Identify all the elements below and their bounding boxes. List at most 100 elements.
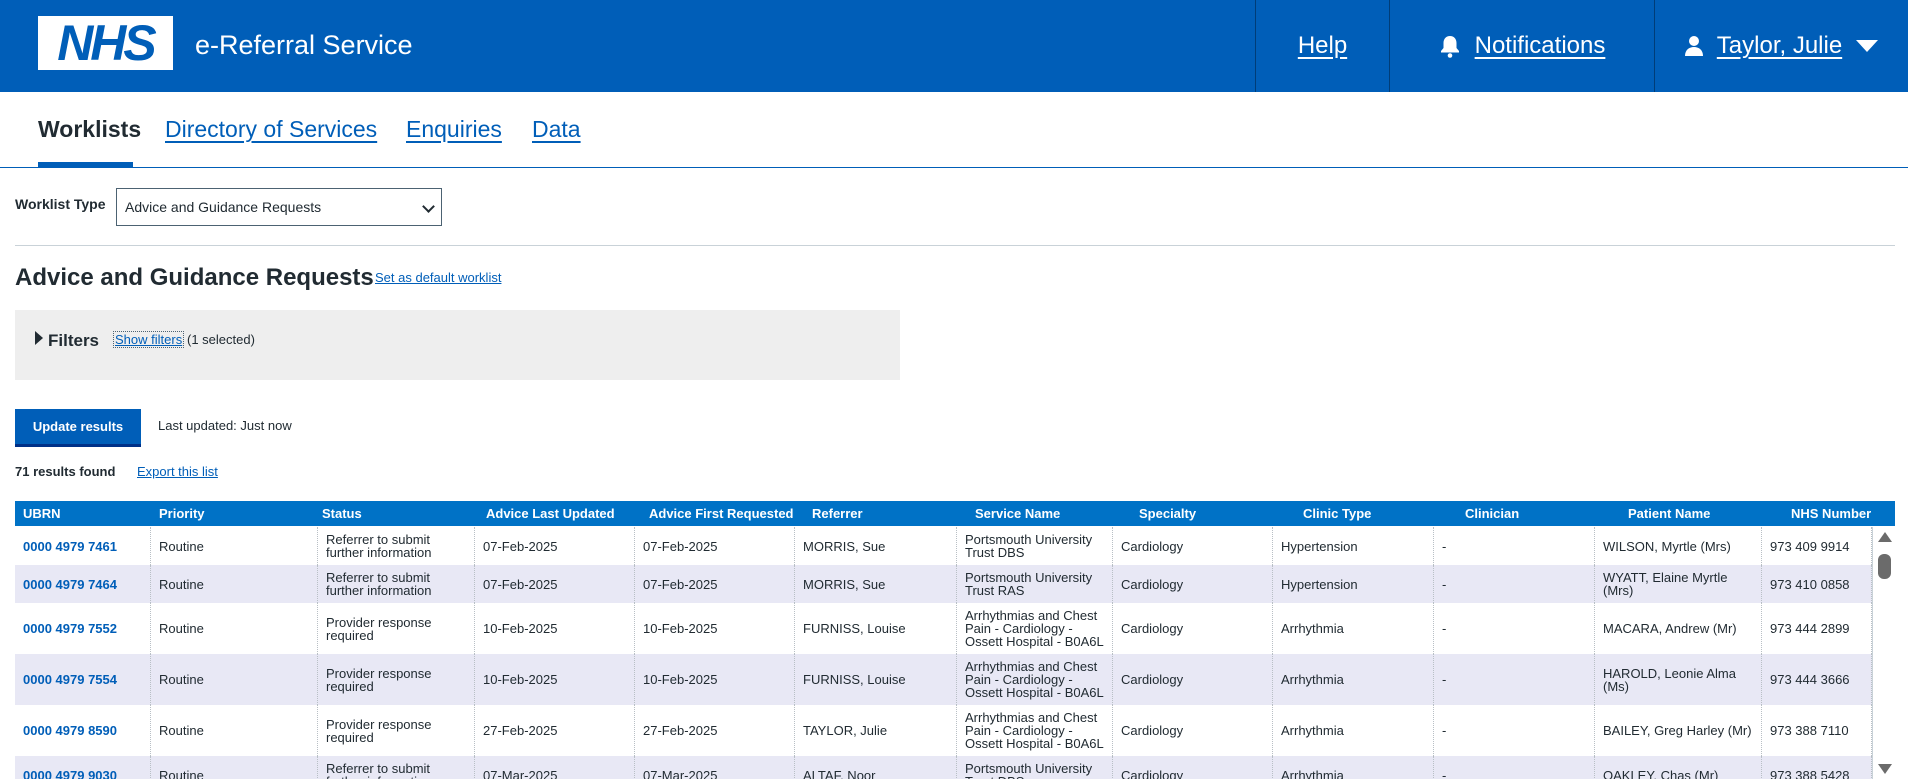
cell-service-name: Portsmouth University Trust RAS: [957, 565, 1113, 603]
cell-ubrn[interactable]: 0000 4979 7552: [15, 603, 151, 654]
bell-icon: [1440, 36, 1459, 58]
notifications-link[interactable]: Notifications: [1389, 0, 1654, 92]
cell-advice-last-updated: 07-Feb-2025: [475, 527, 635, 565]
nav-data[interactable]: Data: [532, 116, 581, 143]
notifications-label: Notifications: [1474, 32, 1606, 59]
divider: [15, 245, 1895, 246]
cell-status: Provider response required: [318, 654, 475, 705]
column-header-advice-last-updated[interactable]: Advice Last Updated: [486, 506, 615, 521]
cell-referrer: MORRIS, Sue: [795, 565, 957, 603]
expand-triangle-icon[interactable]: [35, 331, 43, 345]
cell-status: Referrer to submit further information: [318, 756, 475, 779]
cell-clinician: -: [1434, 565, 1595, 603]
column-header-priority[interactable]: Priority: [159, 506, 205, 521]
cell-ubrn[interactable]: 0000 4979 8590: [15, 705, 151, 756]
table-row[interactable]: 0000 4979 7554 Routine Provider response r…: [15, 654, 1872, 705]
filters-selected-count: (1 selected): [187, 332, 255, 347]
cell-clinic-type: Arrhythmia: [1273, 756, 1434, 779]
cell-advice-first-requested: 10-Feb-2025: [635, 654, 795, 705]
table-row[interactable]: 0000 4979 7464 Routine Referrer to submit …: [15, 565, 1872, 603]
cell-priority: Routine: [151, 705, 318, 756]
nhs-logo[interactable]: NHS: [38, 16, 173, 70]
cell-ubrn[interactable]: 0000 4979 7554: [15, 654, 151, 705]
cell-specialty: Cardiology: [1113, 705, 1273, 756]
scroll-up-icon[interactable]: [1878, 532, 1892, 542]
cell-nhs-number: 973 410 0858: [1762, 565, 1872, 603]
cell-service-name: Arrhythmias and Chest Pain - Cardiology …: [957, 603, 1113, 654]
scroll-down-icon[interactable]: [1878, 764, 1892, 774]
column-header-clinician[interactable]: Clinician: [1465, 506, 1519, 521]
column-header-patient-name[interactable]: Patient Name: [1628, 506, 1710, 521]
cell-specialty: Cardiology: [1113, 603, 1273, 654]
cell-clinician: -: [1434, 527, 1595, 565]
cell-ubrn[interactable]: 0000 4979 9030: [15, 756, 151, 779]
cell-advice-first-requested: 27-Feb-2025: [635, 705, 795, 756]
cell-advice-first-requested: 10-Feb-2025: [635, 603, 795, 654]
cell-specialty: Cardiology: [1113, 756, 1273, 779]
table-row[interactable]: 0000 4979 8590 Routine Provider response r…: [15, 705, 1872, 756]
cell-patient-name: OAKLEY, Chas (Mr): [1595, 756, 1762, 779]
service-name: e-Referral Service: [195, 30, 413, 60]
cell-advice-first-requested: 07-Mar-2025: [635, 756, 795, 779]
filters-title[interactable]: Filters: [48, 331, 99, 351]
cell-advice-last-updated: 07-Feb-2025: [475, 565, 635, 603]
worklist-table: UBRN Priority Status Advice Last Updated Adv…: [15, 501, 1895, 779]
column-header-service-name[interactable]: Service Name: [975, 506, 1060, 521]
filters-panel: Filters Show filters (1 selected): [15, 310, 900, 380]
cell-clinician: -: [1434, 603, 1595, 654]
chevron-down-icon: [1856, 40, 1879, 52]
cell-priority: Routine: [151, 654, 318, 705]
cell-status: Provider response required: [318, 603, 475, 654]
column-header-referrer[interactable]: Referrer: [812, 506, 863, 521]
cell-advice-last-updated: 27-Feb-2025: [475, 705, 635, 756]
worklist-type-select[interactable]: Advice and Guidance Requests: [116, 188, 442, 226]
cell-referrer: FURNISS, Louise: [795, 603, 957, 654]
column-header-clinic-type[interactable]: Clinic Type: [1303, 506, 1371, 521]
table-header: UBRN Priority Status Advice Last Updated Adv…: [15, 501, 1895, 526]
cell-patient-name: MACARA, Andrew (Mr): [1595, 603, 1762, 654]
user-menu[interactable]: Taylor, Julie: [1654, 0, 1908, 92]
cell-priority: Routine: [151, 565, 318, 603]
cell-ubrn[interactable]: 0000 4979 7464: [15, 565, 151, 603]
table-row[interactable]: 0000 4979 7461 Routine Referrer to submit …: [15, 527, 1872, 565]
cell-specialty: Cardiology: [1113, 654, 1273, 705]
chevron-down-icon: [422, 200, 435, 213]
set-default-worklist-link[interactable]: Set as default worklist: [375, 270, 501, 285]
cell-status: Referrer to submit further information: [318, 527, 475, 565]
nav-active-indicator: [38, 162, 133, 168]
cell-clinic-type: Hypertension: [1273, 527, 1434, 565]
cell-advice-last-updated: 07-Mar-2025: [475, 756, 635, 779]
worklist-type-value: Advice and Guidance Requests: [125, 199, 322, 215]
cell-nhs-number: 973 444 2899: [1762, 603, 1872, 654]
table-row[interactable]: 0000 4979 9030 Routine Referrer to submit …: [15, 756, 1872, 779]
cell-referrer: FURNISS, Louise: [795, 654, 957, 705]
cell-patient-name: WILSON, Myrtle (Mrs): [1595, 527, 1762, 565]
export-list-link[interactable]: Export this list: [137, 464, 218, 479]
cell-patient-name: HAROLD, Leonie Alma (Ms): [1595, 654, 1762, 705]
column-header-ubrn[interactable]: UBRN: [23, 506, 61, 521]
show-filters-link[interactable]: Show filters: [113, 331, 185, 348]
cell-service-name: Arrhythmias and Chest Pain - Cardiology …: [957, 705, 1113, 756]
cell-nhs-number: 973 409 9914: [1762, 527, 1872, 565]
nav-worklists[interactable]: Worklists: [38, 116, 141, 143]
cell-service-name: Portsmouth University Trust DBS: [957, 756, 1113, 779]
scroll-thumb[interactable]: [1878, 554, 1891, 579]
column-header-nhs-number[interactable]: NHS Number: [1791, 506, 1871, 521]
column-header-advice-first-requested[interactable]: Advice First Requested: [649, 506, 794, 521]
nav-enquiries[interactable]: Enquiries: [406, 116, 502, 143]
help-link[interactable]: Help: [1255, 0, 1389, 92]
column-header-specialty[interactable]: Specialty: [1139, 506, 1196, 521]
page-title: Advice and Guidance Requests: [15, 264, 374, 291]
cell-status: Referrer to submit further information: [318, 565, 475, 603]
results-count: 71 results found: [15, 464, 116, 479]
update-results-button[interactable]: Update results: [15, 409, 141, 447]
cell-specialty: Cardiology: [1113, 527, 1273, 565]
user-name: Taylor, Julie: [1716, 32, 1843, 59]
cell-nhs-number: 973 388 5428: [1762, 756, 1872, 779]
column-header-status[interactable]: Status: [322, 506, 362, 521]
nav-directory-of-services[interactable]: Directory of Services: [165, 116, 377, 143]
cell-ubrn[interactable]: 0000 4979 7461: [15, 527, 151, 565]
vertical-scrollbar[interactable]: [1872, 527, 1895, 779]
table-row[interactable]: 0000 4979 7552 Routine Provider response r…: [15, 603, 1872, 654]
cell-advice-first-requested: 07-Feb-2025: [635, 527, 795, 565]
